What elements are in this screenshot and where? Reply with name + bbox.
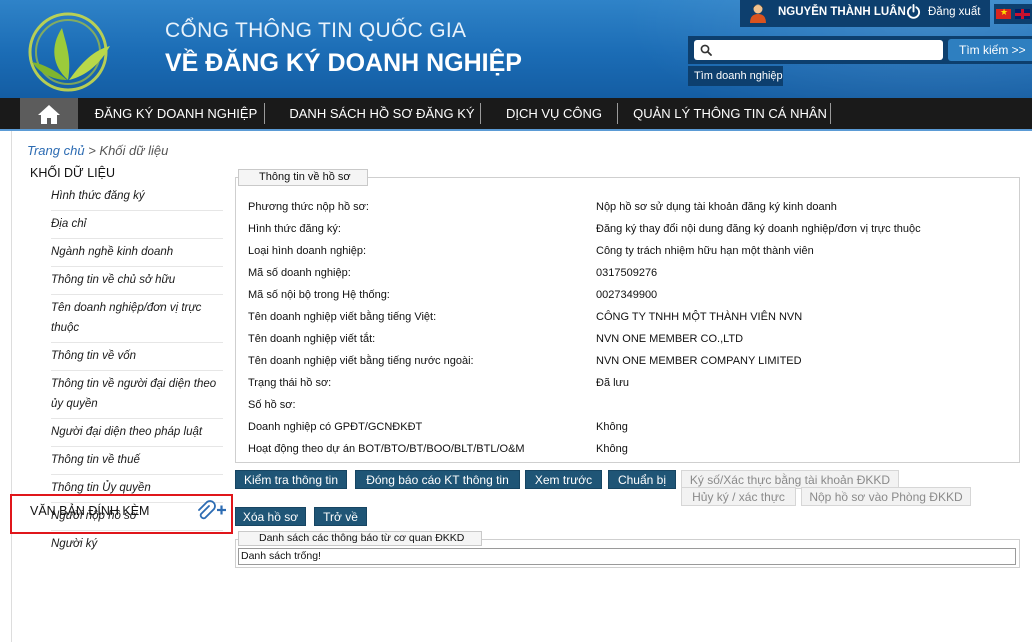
sidebar-item-address[interactable]: Địa chỉ <box>51 211 223 239</box>
breadcrumb-current: Khối dữ liệu <box>99 143 169 158</box>
sidebar-item-legal-rep[interactable]: Người đại diện theo pháp luật <box>51 419 223 447</box>
sidebar-title: KHỐI DỮ LIỆU <box>30 166 115 180</box>
info-label: Tên doanh nghiệp viết bằng tiếng Việt: <box>248 311 437 323</box>
check-info-button[interactable]: Kiểm tra thông tin <box>235 470 347 489</box>
info-value: Đăng ký thay đổi nội dung đăng ký doanh … <box>596 223 921 235</box>
info-value: NVN ONE MEMBER CO.,LTD <box>596 333 744 345</box>
sidebar-item-company-name[interactable]: Tên doanh nghiệp/đơn vị trực thuộc <box>51 295 223 343</box>
portal-logo[interactable] <box>22 6 118 94</box>
uk-flag-icon[interactable] <box>1015 9 1030 19</box>
sidebar-item-registration-form[interactable]: Hình thức đăng ký <box>51 183 223 211</box>
sidebar-item-signer[interactable]: Người ký <box>51 531 223 558</box>
info-value: 0317509276 <box>596 267 658 279</box>
vietnam-flag-icon[interactable] <box>996 7 1011 19</box>
info-row: Hoạt động theo dự án BOT/BTO/BT/BOO/BLT/… <box>248 443 1018 465</box>
nav-divider <box>830 103 831 124</box>
portal-title-line2: VỀ ĐĂNG KÝ DOANH NGHIỆP <box>165 49 522 77</box>
info-row: Tên doanh nghiệp viết bằng tiếng nước ng… <box>248 355 1018 377</box>
info-value: Công ty trách nhiệm hữu hạn một thành vi… <box>596 245 814 257</box>
nav-personal-info[interactable]: QUẢN LÝ THÔNG TIN CÁ NHÂN <box>630 98 830 129</box>
info-row: Hình thức đăng ký: Đăng ký thay đổi nội … <box>248 223 1018 245</box>
info-row: Mã số doanh nghiệp: 0317509276 <box>248 267 1018 289</box>
delete-application-button[interactable]: Xóa hồ sơ <box>235 507 306 526</box>
language-switcher <box>994 4 1032 24</box>
info-label: Hình thức đăng ký: <box>248 223 341 235</box>
info-row: Số hồ sơ: <box>248 399 1018 421</box>
info-label: Số hồ sơ: <box>248 399 296 411</box>
info-value: Nộp hồ sơ sử dụng tài khoản đăng ký kinh… <box>596 201 837 213</box>
notices-list: Danh sách trống! <box>238 548 1016 565</box>
info-row: Phương thức nộp hồ sơ: Nộp hồ sơ sử dụng… <box>248 201 1018 223</box>
nav-public-services[interactable]: DỊCH VỤ CÔNG <box>498 98 610 129</box>
sidebar-item-tax[interactable]: Thông tin về thuế <box>51 447 223 475</box>
nav-application-list[interactable]: DANH SÁCH HỒ SƠ ĐĂNG KÝ <box>282 98 482 129</box>
info-label: Hoạt động theo dự án BOT/BTO/BT/BOO/BLT/… <box>248 443 525 455</box>
info-label: Trạng thái hồ sơ: <box>248 377 332 389</box>
info-row: Loại hình doanh nghiệp: Công ty trách nh… <box>248 245 1018 267</box>
notices-legend: Danh sách các thông báo từ cơ quan ĐKKD <box>238 531 482 546</box>
breadcrumb: Trang chủ > Khối dữ liệu <box>27 143 168 158</box>
sidebar-item-business-lines[interactable]: Ngành nghề kinh doanh <box>51 239 223 267</box>
nav-divider <box>264 103 265 124</box>
info-value: Không <box>596 421 628 433</box>
page-left-border <box>11 131 12 642</box>
nav-business-registration[interactable]: ĐĂNG KÝ DOANH NGHIỆP <box>88 98 264 129</box>
search-box <box>694 40 943 60</box>
back-button[interactable]: Trở về <box>314 507 367 526</box>
attachments-label: VĂN BẢN ĐÍNH KÈM <box>30 504 150 518</box>
info-label: Loại hình doanh nghiệp: <box>248 245 367 257</box>
info-row: Tên doanh nghiệp viết tắt: NVN ONE MEMBE… <box>248 333 1018 355</box>
prepare-button[interactable]: Chuẩn bị <box>608 470 676 489</box>
attachments-section[interactable]: VĂN BẢN ĐÍNH KÈM <box>10 494 233 534</box>
application-info-legend: Thông tin về hồ sơ <box>238 169 368 186</box>
home-icon <box>38 105 60 124</box>
info-value: Đã lưu <box>596 377 630 389</box>
close-check-report-button[interactable]: Đóng báo cáo KT thông tin <box>355 470 520 489</box>
info-row: Trạng thái hồ sơ: Đã lưu <box>248 377 1018 399</box>
search-bar: Tìm kiếm >> <box>688 36 1032 64</box>
search-icon <box>700 44 712 56</box>
nav-divider <box>480 103 481 124</box>
power-icon[interactable] <box>906 4 921 19</box>
info-row: Tên doanh nghiệp viết bằng tiếng Việt: C… <box>248 311 1018 333</box>
info-value: 0027349900 <box>596 289 658 301</box>
info-label: Phương thức nộp hồ sơ: <box>248 201 369 213</box>
user-bar: NGUYỄN THÀNH LUÂN Đăng xuất <box>740 0 990 27</box>
info-row: Doanh nghiệp có GPĐT/GCNĐKĐT Không <box>248 421 1018 443</box>
info-value: NVN ONE MEMBER COMPANY LIMITED <box>596 355 802 367</box>
info-value: CÔNG TY TNHH MỘT THÀNH VIÊN NVN <box>596 311 803 323</box>
breadcrumb-separator: > <box>84 143 100 158</box>
search-input[interactable] <box>716 42 938 58</box>
info-label: Mã số nội bộ trong Hệ thống: <box>248 289 390 301</box>
submit-to-office-button[interactable]: Nộp hồ sơ vào Phòng ĐKKD <box>801 487 971 506</box>
portal-title-line1: CỔNG THÔNG TIN QUỐC GIA <box>165 19 467 42</box>
info-row: Mã số nội bộ trong Hệ thống: 0027349900 <box>248 289 1018 311</box>
main-navbar: ĐĂNG KÝ DOANH NGHIỆP DANH SÁCH HỒ SƠ ĐĂN… <box>0 98 1032 131</box>
breadcrumb-home-link[interactable]: Trang chủ <box>27 143 85 158</box>
attach-plus-icon[interactable] <box>195 500 227 520</box>
info-label: Tên doanh nghiệp viết bằng tiếng nước ng… <box>248 355 474 367</box>
user-name[interactable]: NGUYỄN THÀNH LUÂN <box>778 6 906 18</box>
sidebar-item-owner-info[interactable]: Thông tin về chủ sở hữu <box>51 267 223 295</box>
info-label: Tên doanh nghiệp viết tắt: <box>248 333 376 345</box>
info-value: Không <box>596 443 628 455</box>
search-tooltip: Tìm doanh nghiệp <box>688 66 783 86</box>
sidebar-item-authorized-rep[interactable]: Thông tin về người đại diện theo ủy quyề… <box>51 371 223 419</box>
preview-button[interactable]: Xem trước <box>525 470 602 489</box>
sidebar-item-capital[interactable]: Thông tin về vốn <box>51 343 223 371</box>
nav-divider <box>617 103 618 124</box>
user-avatar-icon <box>750 4 766 23</box>
cancel-sign-button[interactable]: Hủy ký / xác thực <box>681 487 796 506</box>
search-button[interactable]: Tìm kiếm >> <box>948 39 1032 61</box>
nav-home[interactable] <box>20 98 78 129</box>
info-label: Mã số doanh nghiệp: <box>248 267 351 279</box>
info-label: Doanh nghiệp có GPĐT/GCNĐKĐT <box>248 421 423 433</box>
logout-link[interactable]: Đăng xuất <box>928 6 980 18</box>
